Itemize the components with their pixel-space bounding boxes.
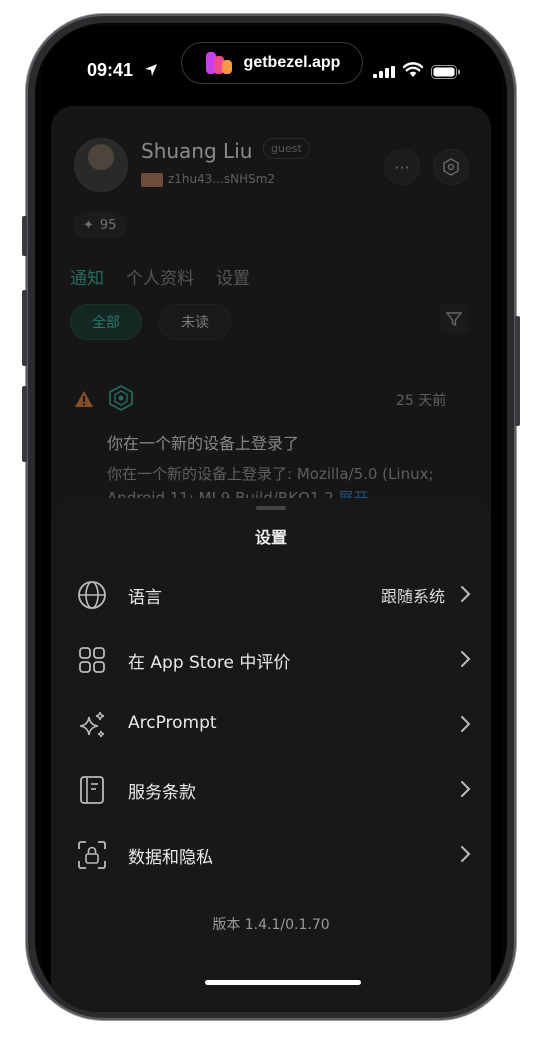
notification-body: 你在一个新的设备上登录了: Mozilla/5.0 (Linux; Androi… [107, 462, 467, 498]
screen: 09:41 getbezel.app Shuang Liu guest z1hu… [41, 26, 501, 1012]
chevron-right-icon [461, 586, 471, 602]
battery-icon [431, 65, 460, 79]
tab-settings[interactable]: 设置 [216, 264, 250, 289]
sparkles-icon [79, 711, 105, 738]
expand-link[interactable]: 展开 [339, 489, 369, 498]
status-time: 09:41 [87, 60, 134, 80]
volume-up-button [22, 290, 27, 366]
more-dots-icon: ··· [394, 157, 410, 177]
settings-row-label: 服务条款 [128, 783, 196, 803]
sheet-grabber[interactable] [256, 506, 286, 510]
power-button [515, 316, 520, 426]
apps-grid-icon [79, 647, 105, 673]
tab-profile[interactable]: 个人资料 [126, 264, 194, 289]
wallet-address[interactable]: z1hu43...sNHSm2 [168, 172, 275, 186]
profile-name: Shuang Liu [141, 139, 253, 163]
notification-date: 25 天前 [396, 393, 447, 409]
points-chip[interactable]: ✦ 95 [73, 212, 127, 238]
location-arrow-icon [145, 64, 157, 76]
settings-row-privacy[interactable]: 数据和隐私 [51, 825, 491, 885]
globe-icon [78, 581, 106, 609]
settings-row-label: 语言 [128, 588, 162, 608]
mute-switch [22, 216, 27, 256]
settings-row-rate-app[interactable]: 在 App Store 中评价 [51, 630, 491, 690]
avatar[interactable] [74, 138, 128, 192]
notification-title: 你在一个新的设备上登录了 [107, 434, 300, 453]
banner-text: getbezel.app [243, 54, 341, 71]
settings-row-label: 在 App Store 中评价 [128, 653, 291, 673]
chevron-right-icon [461, 846, 471, 862]
filter-funnel-icon [446, 312, 462, 327]
home-indicator[interactable] [205, 980, 361, 985]
chevron-right-icon [461, 716, 471, 732]
warning-icon [75, 391, 93, 407]
wifi-icon [403, 62, 423, 77]
settings-sheet: 设置 语言 跟随系统 在 App Store 中评价 ArcPrompt 服务条… [51, 498, 491, 1012]
settings-hex-button[interactable] [433, 149, 469, 185]
guest-badge: guest [263, 138, 310, 159]
settings-row-label: ArcPrompt [128, 713, 217, 733]
notification-body-text: 你在一个新的设备上登录了: Mozilla/5.0 (Linux; Androi… [107, 465, 434, 498]
language-value: 跟随系统 [380, 587, 445, 606]
hexagon-gear-icon [443, 158, 459, 176]
book-icon [80, 776, 104, 804]
dynamic-island-banner: getbezel.app [181, 42, 363, 84]
more-options-button[interactable]: ··· [384, 149, 420, 185]
points-value: 95 [99, 217, 117, 233]
chevron-right-icon [461, 781, 471, 797]
settings-row-label: 数据和隐私 [128, 848, 213, 868]
sparkle-icon: ✦ [83, 217, 94, 233]
bezel-logo-icon [205, 52, 232, 74]
version-text: 版本 1.4.1/0.1.70 [212, 917, 330, 933]
chevron-right-icon [461, 651, 471, 667]
tab-notifications[interactable]: 通知 [70, 264, 104, 289]
volume-down-button [22, 386, 27, 462]
settings-row-language[interactable]: 语言 跟随系统 [51, 565, 491, 625]
privacy-lock-icon [78, 841, 106, 869]
arc-logo-icon [109, 385, 133, 411]
sheet-title: 设置 [254, 528, 287, 547]
filter-all-chip[interactable]: 全部 [70, 304, 142, 340]
filter-button[interactable] [439, 304, 469, 334]
settings-row-arcprompt[interactable]: ArcPrompt [51, 695, 491, 755]
filter-unread-chip[interactable]: 未读 [159, 304, 231, 340]
settings-row-terms[interactable]: 服务条款 [51, 760, 491, 820]
cellular-signal-icon [373, 66, 395, 78]
status-bar: 09:41 getbezel.app [41, 26, 501, 90]
wallet-avatar-icon [141, 173, 163, 187]
profile-tabs: 通知 个人资料 设置 [70, 264, 250, 289]
